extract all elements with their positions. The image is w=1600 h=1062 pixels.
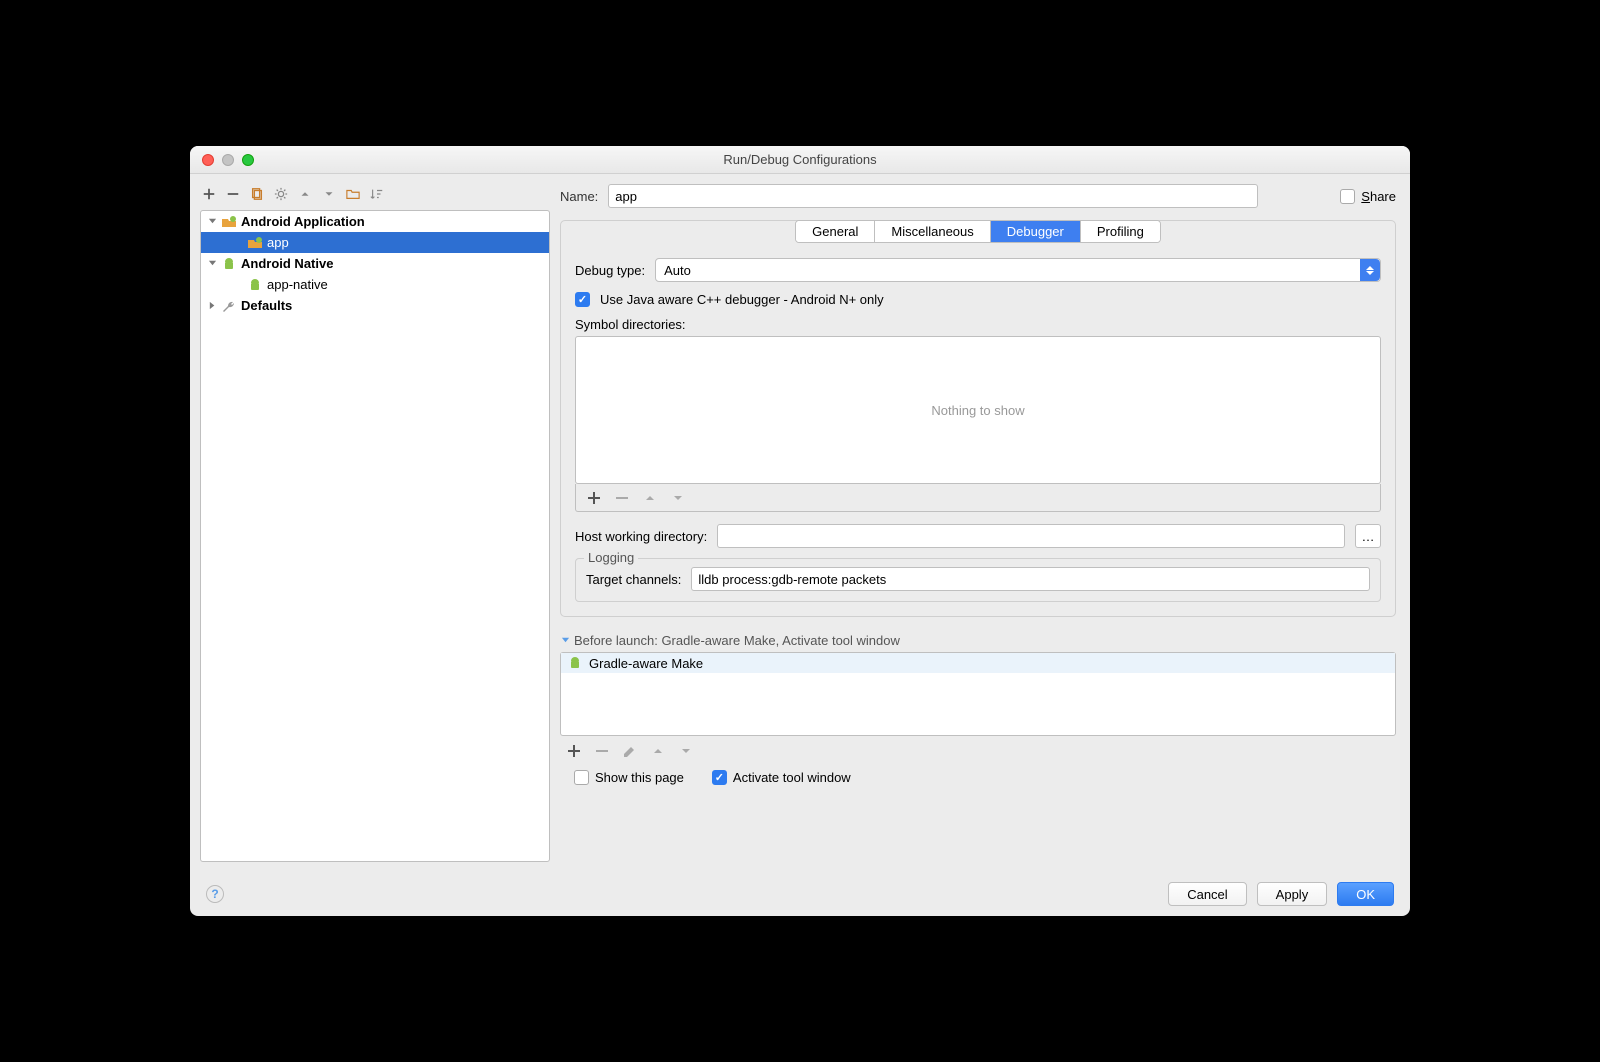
tree-node-app-native[interactable]: app-native	[201, 274, 549, 295]
android-icon	[247, 277, 263, 293]
tree-node-app[interactable]: app	[201, 232, 549, 253]
share-label: Share	[1361, 189, 1396, 204]
before-launch-list[interactable]: Gradle-aware Make	[560, 652, 1396, 736]
add-icon[interactable]	[566, 743, 582, 759]
disclosure-open-icon	[560, 636, 570, 646]
logging-legend: Logging	[584, 550, 638, 565]
share-option[interactable]: Share	[1340, 189, 1396, 204]
logging-fieldset: Logging Target channels:	[575, 558, 1381, 602]
tree-node-android-native[interactable]: Android Native	[201, 253, 549, 274]
show-page-checkbox[interactable]	[574, 770, 589, 785]
tab-miscellaneous[interactable]: Miscellaneous	[875, 221, 990, 242]
before-launch-header[interactable]: Before launch: Gradle-aware Make, Activa…	[560, 633, 1396, 648]
sort-icon[interactable]	[368, 185, 386, 203]
symbol-dirs-toolbar	[575, 484, 1381, 512]
dialog-footer: ? Cancel Apply OK	[190, 872, 1410, 916]
debug-type-value: Auto	[664, 263, 691, 278]
move-down-icon[interactable]	[678, 743, 694, 759]
before-launch-label: Before launch: Gradle-aware Make, Activa…	[574, 633, 900, 648]
activate-tool-label: Activate tool window	[733, 770, 851, 785]
tree-node-android-application[interactable]: Android Application	[201, 211, 549, 232]
android-app-icon	[221, 214, 237, 230]
right-pane: Name: Share General Miscellaneous Debugg…	[560, 184, 1396, 862]
disclosure-open-icon	[207, 259, 217, 269]
disclosure-closed-icon	[207, 301, 217, 311]
folder-icon[interactable]	[344, 185, 362, 203]
name-label: Name:	[560, 189, 598, 204]
empty-list-text: Nothing to show	[931, 403, 1024, 418]
debug-type-label: Debug type:	[575, 263, 645, 278]
copy-icon[interactable]	[248, 185, 266, 203]
settings-icon[interactable]	[272, 185, 290, 203]
symbol-dirs-list[interactable]: Nothing to show	[575, 336, 1381, 484]
apply-button[interactable]: Apply	[1257, 882, 1328, 906]
debugger-panel: Debug type: Auto Use Java aware C++ debu…	[561, 244, 1395, 616]
name-input[interactable]	[608, 184, 1258, 208]
main-panel: General Miscellaneous Debugger Profiling…	[560, 220, 1396, 617]
dialog-window: Run/Debug Configurations Android Applica…	[190, 146, 1410, 916]
move-up-icon[interactable]	[296, 185, 314, 203]
browse-button[interactable]: …	[1355, 524, 1381, 548]
config-tree[interactable]: Android Application app Android Native a…	[200, 210, 550, 862]
remove-icon[interactable]	[594, 743, 610, 759]
debug-type-select[interactable]: Auto	[655, 258, 1381, 282]
before-launch-toolbar	[560, 738, 1396, 764]
share-checkbox[interactable]	[1340, 189, 1355, 204]
wrench-icon	[221, 298, 237, 314]
name-row: Name: Share	[560, 184, 1396, 208]
tab-debugger[interactable]: Debugger	[991, 221, 1081, 242]
remove-icon[interactable]	[224, 185, 242, 203]
tab-general[interactable]: General	[796, 221, 875, 242]
tree-label: app	[267, 235, 289, 250]
symbol-dirs-label: Symbol directories:	[575, 317, 1381, 332]
android-icon	[567, 655, 583, 671]
bottom-options: Show this page Activate tool window	[560, 764, 1396, 785]
tab-bar: General Miscellaneous Debugger Profiling	[561, 220, 1395, 243]
android-app-icon	[247, 235, 263, 251]
java-aware-checkbox[interactable]	[575, 292, 590, 307]
tree-label: app-native	[267, 277, 328, 292]
dropdown-arrow-icon	[1360, 259, 1380, 281]
tree-node-defaults[interactable]: Defaults	[201, 295, 549, 316]
android-icon	[221, 256, 237, 272]
before-launch-item-label: Gradle-aware Make	[589, 656, 703, 671]
show-page-label: Show this page	[595, 770, 684, 785]
config-toolbar	[200, 184, 550, 210]
edit-icon[interactable]	[622, 743, 638, 759]
java-aware-label: Use Java aware C++ debugger - Android N+…	[600, 292, 884, 307]
window-title: Run/Debug Configurations	[190, 152, 1410, 167]
remove-icon[interactable]	[614, 490, 630, 506]
move-up-icon[interactable]	[642, 490, 658, 506]
move-down-icon[interactable]	[320, 185, 338, 203]
activate-tool-checkbox[interactable]	[712, 770, 727, 785]
tab-profiling[interactable]: Profiling	[1081, 221, 1160, 242]
add-icon[interactable]	[200, 185, 218, 203]
titlebar: Run/Debug Configurations	[190, 146, 1410, 174]
dialog-body: Android Application app Android Native a…	[190, 174, 1410, 872]
help-button[interactable]: ?	[206, 885, 224, 903]
host-wd-input[interactable]	[717, 524, 1345, 548]
before-launch-item[interactable]: Gradle-aware Make	[561, 653, 1395, 673]
move-up-icon[interactable]	[650, 743, 666, 759]
activate-tool-option[interactable]: Activate tool window	[712, 770, 851, 785]
target-channels-label: Target channels:	[586, 572, 681, 587]
move-down-icon[interactable]	[670, 490, 686, 506]
disclosure-open-icon	[207, 217, 217, 227]
left-pane: Android Application app Android Native a…	[200, 184, 550, 862]
tree-label: Android Native	[241, 256, 333, 271]
show-page-option[interactable]: Show this page	[574, 770, 684, 785]
tree-label: Defaults	[241, 298, 292, 313]
host-wd-label: Host working directory:	[575, 529, 707, 544]
tree-label: Android Application	[241, 214, 365, 229]
cancel-button[interactable]: Cancel	[1168, 882, 1246, 906]
target-channels-input[interactable]	[691, 567, 1370, 591]
add-icon[interactable]	[586, 490, 602, 506]
ok-button[interactable]: OK	[1337, 882, 1394, 906]
